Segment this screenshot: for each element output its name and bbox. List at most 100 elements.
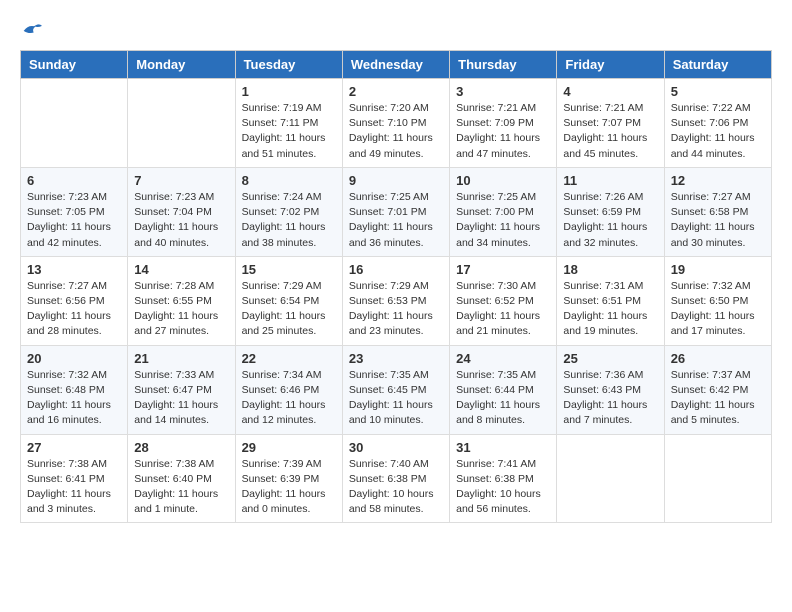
day-cell: 3 Sunrise: 7:21 AMSunset: 7:09 PMDaylight… (450, 79, 557, 168)
day-info: Sunrise: 7:23 AMSunset: 7:05 PMDaylight:… (27, 190, 121, 251)
day-cell: 6 Sunrise: 7:23 AMSunset: 7:05 PMDaylight… (21, 167, 128, 256)
day-cell (664, 434, 771, 523)
day-cell: 22 Sunrise: 7:34 AMSunset: 6:46 PMDayligh… (235, 345, 342, 434)
day-number: 6 (27, 173, 121, 188)
day-info: Sunrise: 7:32 AMSunset: 6:50 PMDaylight:… (671, 279, 765, 340)
weekday-header-row: SundayMondayTuesdayWednesdayThursdayFrid… (21, 51, 772, 79)
day-cell: 27Sunrise: 7:38 AMSunset: 6:41 PMDayligh… (21, 434, 128, 523)
day-cell: 12 Sunrise: 7:27 AMSunset: 6:58 PMDayligh… (664, 167, 771, 256)
day-number: 13 (27, 262, 121, 277)
logo-bird-icon (22, 20, 42, 40)
day-cell: 2 Sunrise: 7:20 AMSunset: 7:10 PMDaylight… (342, 79, 449, 168)
weekday-header-tuesday: Tuesday (235, 51, 342, 79)
weekday-header-thursday: Thursday (450, 51, 557, 79)
week-row-4: 20 Sunrise: 7:32 AMSunset: 6:48 PMDayligh… (21, 345, 772, 434)
day-number: 2 (349, 84, 443, 99)
day-cell: 28 Sunrise: 7:38 AMSunset: 6:40 PMDayligh… (128, 434, 235, 523)
day-info: Sunrise: 7:26 AMSunset: 6:59 PMDaylight:… (563, 190, 657, 251)
day-number: 4 (563, 84, 657, 99)
page-header (20, 20, 772, 40)
day-number: 23 (349, 351, 443, 366)
day-cell: 25 Sunrise: 7:36 AMSunset: 6:43 PMDayligh… (557, 345, 664, 434)
day-cell (21, 79, 128, 168)
day-cell: 13 Sunrise: 7:27 AMSunset: 6:56 PMDayligh… (21, 256, 128, 345)
day-info: Sunrise: 7:41 AMSunset: 6:38 PMDaylight:… (456, 457, 550, 518)
day-info: Sunrise: 7:27 AMSunset: 6:56 PMDaylight:… (27, 279, 121, 340)
calendar-table: SundayMondayTuesdayWednesdayThursdayFrid… (20, 50, 772, 523)
weekday-header-saturday: Saturday (664, 51, 771, 79)
day-info: Sunrise: 7:39 AMSunset: 6:39 PMDaylight:… (242, 457, 336, 518)
week-row-3: 13 Sunrise: 7:27 AMSunset: 6:56 PMDayligh… (21, 256, 772, 345)
day-info: Sunrise: 7:29 AMSunset: 6:53 PMDaylight:… (349, 279, 443, 340)
day-cell: 19 Sunrise: 7:32 AMSunset: 6:50 PMDayligh… (664, 256, 771, 345)
day-number: 7 (134, 173, 228, 188)
day-number: 12 (671, 173, 765, 188)
day-number: 18 (563, 262, 657, 277)
day-info: Sunrise: 7:40 AMSunset: 6:38 PMDaylight:… (349, 457, 443, 518)
day-cell: 5Sunrise: 7:22 AMSunset: 7:06 PMDaylight… (664, 79, 771, 168)
day-number: 21 (134, 351, 228, 366)
day-number: 30 (349, 440, 443, 455)
day-info: Sunrise: 7:34 AMSunset: 6:46 PMDaylight:… (242, 368, 336, 429)
day-info: Sunrise: 7:33 AMSunset: 6:47 PMDaylight:… (134, 368, 228, 429)
day-info: Sunrise: 7:32 AMSunset: 6:48 PMDaylight:… (27, 368, 121, 429)
day-cell: 4 Sunrise: 7:21 AMSunset: 7:07 PMDaylight… (557, 79, 664, 168)
day-info: Sunrise: 7:21 AMSunset: 7:07 PMDaylight:… (563, 101, 657, 162)
weekday-header-monday: Monday (128, 51, 235, 79)
day-info: Sunrise: 7:29 AMSunset: 6:54 PMDaylight:… (242, 279, 336, 340)
day-number: 5 (671, 84, 765, 99)
day-info: Sunrise: 7:31 AMSunset: 6:51 PMDaylight:… (563, 279, 657, 340)
day-cell: 17 Sunrise: 7:30 AMSunset: 6:52 PMDayligh… (450, 256, 557, 345)
weekday-header-friday: Friday (557, 51, 664, 79)
day-info: Sunrise: 7:38 AMSunset: 6:40 PMDaylight:… (134, 457, 228, 518)
day-cell: 18 Sunrise: 7:31 AMSunset: 6:51 PMDayligh… (557, 256, 664, 345)
day-number: 8 (242, 173, 336, 188)
day-number: 26 (671, 351, 765, 366)
day-number: 24 (456, 351, 550, 366)
day-info: Sunrise: 7:24 AMSunset: 7:02 PMDaylight:… (242, 190, 336, 251)
day-number: 16 (349, 262, 443, 277)
day-number: 10 (456, 173, 550, 188)
day-info: Sunrise: 7:37 AMSunset: 6:42 PMDaylight:… (671, 368, 765, 429)
week-row-1: 1Sunrise: 7:19 AMSunset: 7:11 PMDaylight… (21, 79, 772, 168)
day-number: 14 (134, 262, 228, 277)
day-number: 19 (671, 262, 765, 277)
day-cell: 14 Sunrise: 7:28 AMSunset: 6:55 PMDayligh… (128, 256, 235, 345)
day-info: Sunrise: 7:20 AMSunset: 7:10 PMDaylight:… (349, 101, 443, 162)
day-info: Sunrise: 7:35 AMSunset: 6:44 PMDaylight:… (456, 368, 550, 429)
logo (20, 20, 42, 40)
weekday-header-wednesday: Wednesday (342, 51, 449, 79)
day-info: Sunrise: 7:36 AMSunset: 6:43 PMDaylight:… (563, 368, 657, 429)
day-number: 9 (349, 173, 443, 188)
day-cell: 21 Sunrise: 7:33 AMSunset: 6:47 PMDayligh… (128, 345, 235, 434)
day-number: 11 (563, 173, 657, 188)
day-cell: 31Sunrise: 7:41 AMSunset: 6:38 PMDayligh… (450, 434, 557, 523)
day-info: Sunrise: 7:28 AMSunset: 6:55 PMDaylight:… (134, 279, 228, 340)
day-cell: 30 Sunrise: 7:40 AMSunset: 6:38 PMDayligh… (342, 434, 449, 523)
day-number: 3 (456, 84, 550, 99)
day-info: Sunrise: 7:25 AMSunset: 7:01 PMDaylight:… (349, 190, 443, 251)
day-cell: 16 Sunrise: 7:29 AMSunset: 6:53 PMDayligh… (342, 256, 449, 345)
day-info: Sunrise: 7:27 AMSunset: 6:58 PMDaylight:… (671, 190, 765, 251)
day-info: Sunrise: 7:21 AMSunset: 7:09 PMDaylight:… (456, 101, 550, 162)
day-cell: 24 Sunrise: 7:35 AMSunset: 6:44 PMDayligh… (450, 345, 557, 434)
day-cell: 26 Sunrise: 7:37 AMSunset: 6:42 PMDayligh… (664, 345, 771, 434)
day-cell: 15Sunrise: 7:29 AMSunset: 6:54 PMDayligh… (235, 256, 342, 345)
day-number: 17 (456, 262, 550, 277)
day-info: Sunrise: 7:35 AMSunset: 6:45 PMDaylight:… (349, 368, 443, 429)
day-number: 29 (242, 440, 336, 455)
day-info: Sunrise: 7:23 AMSunset: 7:04 PMDaylight:… (134, 190, 228, 251)
day-number: 25 (563, 351, 657, 366)
day-number: 27 (27, 440, 121, 455)
day-cell: 7 Sunrise: 7:23 AMSunset: 7:04 PMDaylight… (128, 167, 235, 256)
day-number: 20 (27, 351, 121, 366)
day-cell (557, 434, 664, 523)
day-cell: 1Sunrise: 7:19 AMSunset: 7:11 PMDaylight… (235, 79, 342, 168)
day-number: 28 (134, 440, 228, 455)
day-cell: 8 Sunrise: 7:24 AMSunset: 7:02 PMDaylight… (235, 167, 342, 256)
day-cell: 23 Sunrise: 7:35 AMSunset: 6:45 PMDayligh… (342, 345, 449, 434)
day-cell: 10Sunrise: 7:25 AMSunset: 7:00 PMDayligh… (450, 167, 557, 256)
day-cell (128, 79, 235, 168)
day-number: 22 (242, 351, 336, 366)
day-info: Sunrise: 7:30 AMSunset: 6:52 PMDaylight:… (456, 279, 550, 340)
